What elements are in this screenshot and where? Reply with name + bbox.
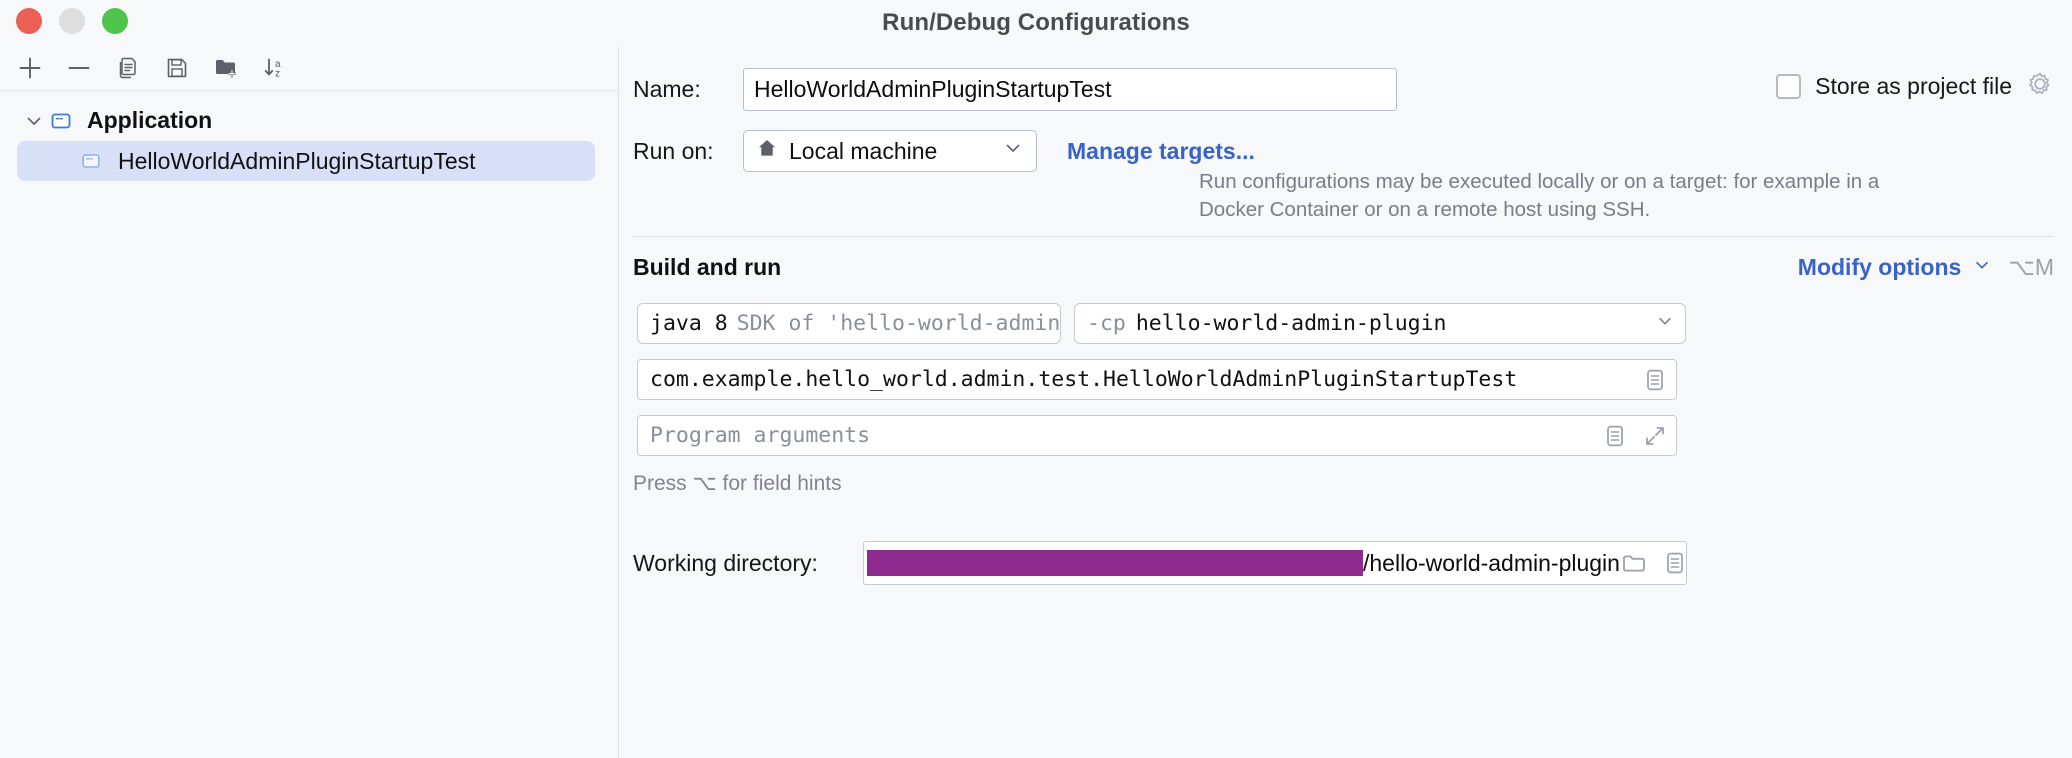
name-label: Name: [633, 76, 701, 102]
application-config-icon [79, 149, 114, 173]
copy-icon [115, 55, 141, 81]
insert-macro-icon[interactable] [1602, 423, 1628, 449]
main-class-value: com.example.hello_world.admin.test.Hello… [650, 367, 1518, 392]
configuration-editor: Name: HelloWorldAdminPluginStartupTest S… [619, 46, 2072, 758]
sdk-value-strong: java 8 [650, 311, 728, 336]
copy-configuration-button[interactable] [106, 49, 150, 87]
tree-item-helloworldadminpluginstartuptest[interactable]: HelloWorldAdminPluginStartupTest [17, 141, 595, 181]
modify-options-button[interactable]: Modify options [1798, 254, 1993, 281]
program-arguments-field[interactable]: Program arguments [637, 415, 1677, 456]
redacted-path-bar [867, 550, 1363, 576]
home-icon [756, 137, 778, 165]
name-input[interactable]: HelloWorldAdminPluginStartupTest [743, 68, 1397, 111]
chevron-down-icon [1655, 311, 1675, 336]
application-config-icon [48, 108, 83, 134]
run-on-hint: Run configurations may be executed local… [1199, 170, 1880, 221]
classpath-module: hello-world-admin-plugin [1135, 311, 1447, 336]
modify-options-label: Modify options [1797, 254, 1962, 280]
tree-item-label: HelloWorldAdminPluginStartupTest [118, 147, 476, 174]
plus-icon [17, 55, 43, 81]
store-as-project-file-label: Store as project file [1815, 73, 2012, 99]
build-and-run-title: Build and run [633, 254, 782, 280]
program-arguments-placeholder: Program arguments [650, 423, 871, 448]
window-controls [16, 8, 128, 34]
section-divider [633, 236, 2054, 237]
add-configuration-button[interactable] [8, 49, 52, 87]
save-floppy-icon [164, 55, 190, 81]
run-on-value: Local machine [789, 137, 938, 164]
remove-configuration-button[interactable] [57, 49, 101, 87]
save-configuration-button[interactable] [155, 49, 199, 87]
working-directory-suffix: /hello-world-admin-plugin [1363, 549, 1620, 576]
chevron-down-icon [1972, 254, 1992, 281]
configurations-tree: Application HelloWorldAdminPluginStartup… [0, 91, 618, 181]
working-directory-field[interactable]: /hello-world-admin-plugin [863, 541, 1687, 585]
expand-icon[interactable] [1642, 423, 1668, 449]
move-into-folder-button[interactable] [204, 49, 248, 87]
close-button[interactable] [16, 8, 42, 34]
sdk-and-classpath-row: java 8 SDK of 'hello-world-admin -cp hel… [637, 303, 1686, 344]
main-class-field[interactable]: com.example.hello_world.admin.test.Hello… [637, 359, 1677, 400]
modify-options-row: Modify options ⌥M [1798, 254, 2054, 281]
new-folder-icon [213, 55, 239, 81]
tree-item-label: Application [87, 107, 213, 133]
run-on-label: Run on: [633, 137, 714, 164]
tree-item-application[interactable]: Application [0, 100, 618, 141]
zoom-button[interactable] [102, 8, 128, 34]
minimize-button[interactable] [59, 8, 85, 34]
classpath-module-dropdown[interactable]: -cp hello-world-admin-plugin [1074, 303, 1686, 344]
run-on-dropdown[interactable]: Local machine [743, 130, 1037, 172]
sidebar-toolbar: a z [0, 46, 618, 91]
configurations-sidebar: a z Application HelloWorldAdminPluginSta… [0, 46, 619, 758]
sort-configurations-button[interactable]: a z [253, 49, 297, 87]
run-on-row: Run on: Local machine Manage targets... [619, 130, 1255, 172]
title-bar: Run/Debug Configurations [0, 0, 2072, 46]
manage-targets-link[interactable]: Manage targets... [1067, 138, 1255, 165]
field-hints-text: Press ⌥ for field hints [633, 472, 842, 495]
store-as-project-file-row: Store as project file [1776, 70, 2054, 103]
jre-dropdown[interactable]: java 8 SDK of 'hello-world-admin [637, 303, 1061, 344]
dialog-body: a z Application HelloWorldAdminPluginSta… [0, 46, 2072, 758]
sdk-value-dim: SDK of 'hello-world-admin [736, 311, 1061, 336]
minus-icon [66, 55, 92, 81]
window-title: Run/Debug Configurations [882, 9, 1190, 36]
folder-icon[interactable] [1620, 549, 1648, 577]
store-as-project-file-checkbox[interactable] [1776, 74, 1802, 99]
expand-chevron-icon[interactable] [20, 110, 48, 132]
classpath-flag: -cp [1087, 311, 1126, 336]
svg-text:z: z [275, 69, 280, 80]
chevron-down-icon [1002, 137, 1024, 165]
sort-alphabetically-icon: a z [262, 55, 288, 81]
gear-icon[interactable] [2026, 70, 2054, 103]
insert-macro-icon[interactable] [1662, 550, 1686, 576]
insert-macro-icon[interactable] [1642, 367, 1668, 393]
working-directory-label: Working directory: [633, 549, 818, 576]
modify-options-shortcut: ⌥M [2008, 254, 2054, 280]
run-debug-configurations-dialog: Run/Debug Configurations a z Application… [0, 0, 2072, 758]
working-directory-row: Working directory: /hello-world-admin-pl… [619, 541, 2072, 585]
